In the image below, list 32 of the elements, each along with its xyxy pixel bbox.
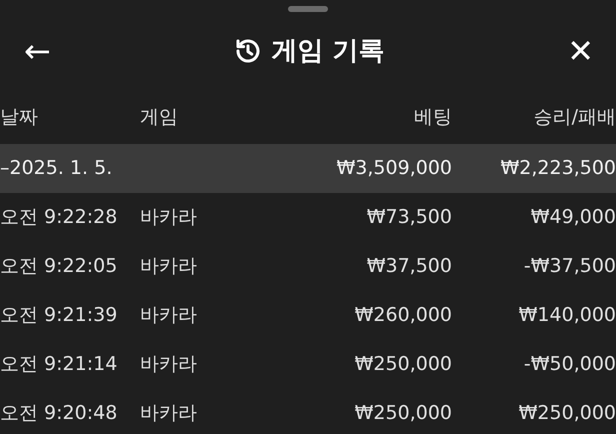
game-cell-text: 바카라 xyxy=(140,254,198,280)
game-cell-text: 바카라 xyxy=(140,205,198,230)
column-header[interactable]: 게임 xyxy=(140,102,282,132)
result-cell-text: ₩140,000 xyxy=(518,303,616,328)
result-cell-text: -₩50,000 xyxy=(522,352,616,378)
group-date: –2025. 1. 5. xyxy=(0,156,114,182)
time-cell-text: 오전 9:21:14 xyxy=(0,352,118,378)
result-cell-text: -₩37,500 xyxy=(522,254,616,280)
date-group-row[interactable]: –2025. 1. 5. ₩3,509,000 ₩2,223,500 xyxy=(0,144,616,193)
drag-handle[interactable] xyxy=(288,6,328,12)
result-cell-text: ₩49,000 xyxy=(530,205,616,230)
result-cell-text: ₩250,000 xyxy=(518,401,616,426)
bet-cell-text: ₩37,500 xyxy=(366,254,452,280)
bet-cell-text: ₩260,000 xyxy=(354,303,452,328)
time-cell-text: 오전 9:20:48 xyxy=(0,401,118,426)
time-cell-text: 오전 9:22:28 xyxy=(0,205,118,230)
game-cell-text: 바카라 xyxy=(140,303,198,328)
column-header[interactable]: 승리/패배 xyxy=(452,102,616,132)
bet-cell-text: ₩73,500 xyxy=(366,205,452,230)
back-button[interactable]: ← xyxy=(24,35,51,67)
group-bet-total: ₩3,509,000 xyxy=(336,156,452,182)
game-cell-text: 바카라 xyxy=(140,352,198,378)
bet-cell-text: ₩250,000 xyxy=(354,401,452,426)
bet-cell-text: ₩250,000 xyxy=(354,352,452,378)
close-button[interactable]: ✕ xyxy=(567,35,594,67)
game-cell-text: 바카라 xyxy=(140,401,198,426)
time-cell-text: 오전 9:21:39 xyxy=(0,303,118,328)
group-result-total: ₩2,223,500 xyxy=(500,156,616,182)
time-cell-text: 오전 9:22:05 xyxy=(0,254,118,280)
column-header[interactable]: 베팅 xyxy=(282,102,452,132)
screen-title: 게임 기록 xyxy=(271,34,385,68)
column-header[interactable]: 날짜 xyxy=(0,102,140,132)
